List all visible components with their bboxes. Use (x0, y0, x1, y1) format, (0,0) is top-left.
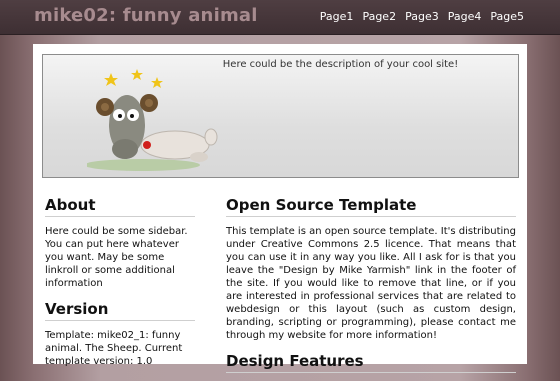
sheep-illustration (87, 69, 218, 171)
article-text: This template is an open source template… (226, 226, 516, 341)
page-container: Here could be the description of your co… (33, 44, 527, 373)
sidebar: About Here could be some sidebar. You ca… (45, 196, 195, 378)
top-bar: mike02: funny animal Page1 Page2 Page3 P… (0, 0, 560, 35)
main-content: Open Source Template This template is an… (226, 196, 516, 381)
version-text: Template: mike02_1: funny animal. The Sh… (45, 330, 183, 367)
nav-link-page5[interactable]: Page5 (490, 10, 524, 23)
sheep-pupil-right (130, 114, 134, 118)
sheep-leg (190, 152, 208, 162)
site-title[interactable]: mike02: funny animal (34, 5, 258, 26)
sheep-pupil-left (118, 114, 122, 118)
star-icon (104, 73, 118, 86)
main-nav: Page1 Page2 Page3 Page4 Page5 (320, 10, 524, 23)
design-features-heading: Design Features (226, 352, 516, 373)
sheep-tail (204, 128, 218, 146)
star-icon (131, 69, 143, 80)
nav-link-page3[interactable]: Page3 (405, 10, 439, 23)
nav-link-page4[interactable]: Page4 (448, 10, 482, 23)
sheep-horn-right-inner (145, 99, 153, 107)
sheep-snout (112, 139, 138, 159)
about-heading: About (45, 196, 195, 217)
sheep-horn-left-inner (101, 103, 109, 111)
article-heading: Open Source Template (226, 196, 516, 217)
grass-shadow (87, 159, 200, 171)
version-heading: Version (45, 300, 195, 321)
header-banner: Here could be the description of your co… (42, 54, 519, 178)
nav-link-page2[interactable]: Page2 (362, 10, 396, 23)
star-icon (151, 77, 163, 88)
nav-link-page1[interactable]: Page1 (320, 10, 354, 23)
about-text: Here could be some sidebar. You can put … (45, 226, 188, 289)
flower-icon (143, 141, 151, 149)
